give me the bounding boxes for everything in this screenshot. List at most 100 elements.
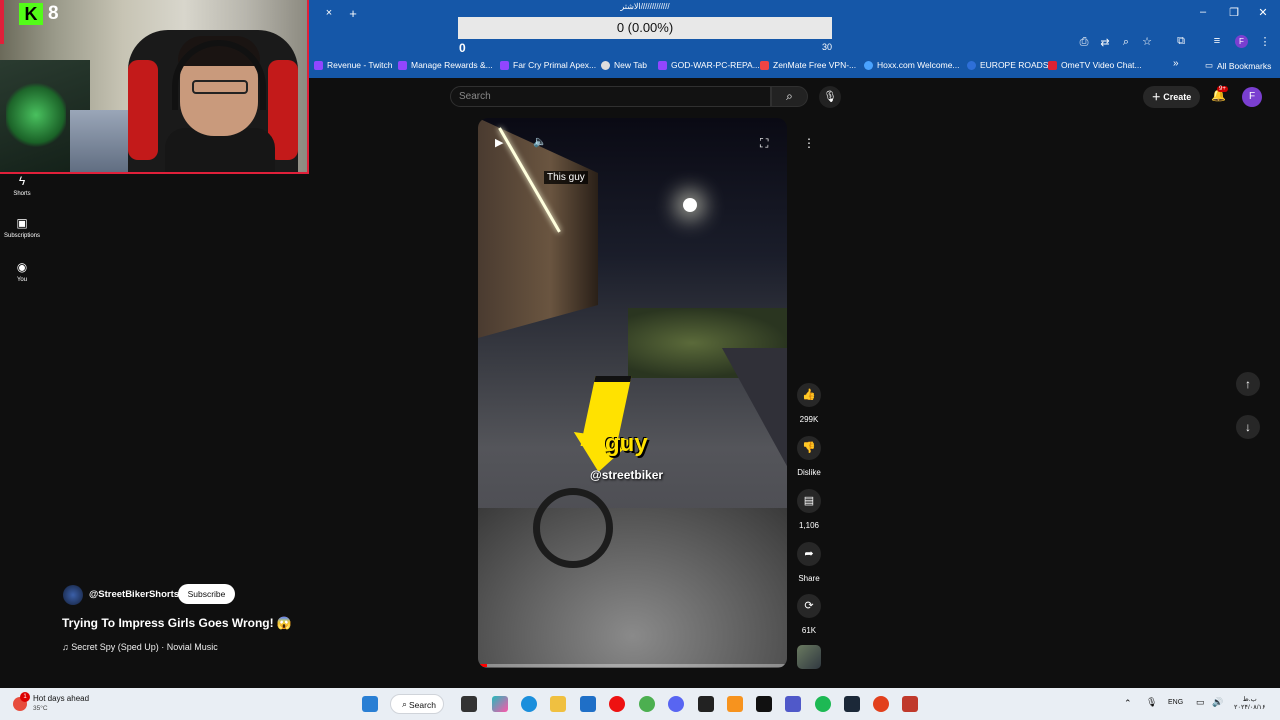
tray-overflow-icon[interactable]: ⌃ <box>1124 698 1132 709</box>
chrome-icon[interactable] <box>639 696 655 712</box>
bookmark-item[interactable]: EUROPE ROADS <box>967 60 1049 70</box>
task-view-icon[interactable] <box>461 696 477 712</box>
app-icon[interactable] <box>727 696 743 712</box>
browser-menu-icon[interactable]: ⋮ <box>1258 35 1272 48</box>
fullscreen-icon[interactable]: ⛶ <box>760 136 768 151</box>
bookmark-item[interactable]: OmeTV Video Chat... <box>1048 60 1142 70</box>
remix-count: 61K <box>801 626 817 635</box>
steam-icon[interactable] <box>844 696 860 712</box>
video-caption-word: guy <box>605 430 648 457</box>
all-bookmarks-button[interactable]: ▭ All Bookmarks <box>1205 60 1271 71</box>
goal-max: 30 <box>821 42 832 52</box>
epic-games-icon[interactable] <box>756 696 772 712</box>
windows-taskbar: 1 Hot days ahead 35°C Search ⌕ ⌃ 🎙 ENG ▭… <box>0 688 1280 720</box>
search-button[interactable]: ⌕ <box>771 86 808 107</box>
more-options-icon[interactable]: ⋮ <box>798 132 820 154</box>
bookmark-star-icon[interactable]: ☆ <box>1140 35 1154 48</box>
video-progress-bar[interactable] <box>478 664 787 667</box>
install-app-icon[interactable]: ⎙ <box>1077 36 1091 49</box>
zoom-icon[interactable]: ⌕ <box>1119 36 1133 49</box>
webcam-border-accent <box>0 0 4 44</box>
channel-name[interactable]: @StreetBikerShorts <box>89 589 179 600</box>
volume-icon[interactable]: 🔈 <box>533 135 547 148</box>
search-input[interactable]: Search <box>450 86 771 107</box>
play-button-icon[interactable]: ▶ <box>495 136 503 149</box>
webcam-led-light <box>6 80 66 150</box>
spotify-icon[interactable] <box>815 696 831 712</box>
bookmark-item[interactable]: New Tab <box>601 60 647 70</box>
bookmark-item[interactable]: Far Cry Primal Apex... <box>500 60 596 70</box>
reading-list-icon[interactable]: ≡ <box>1210 35 1224 47</box>
arrow-down-icon: ↓ <box>1245 420 1251 434</box>
plus-icon: ＋ <box>1151 92 1164 102</box>
profile-avatar[interactable]: F <box>1235 35 1248 48</box>
edge-icon[interactable] <box>521 696 537 712</box>
microphone-icon[interactable]: 🎙 <box>1146 697 1157 708</box>
sidebar-item-label: Shorts <box>13 191 31 197</box>
weather-title[interactable]: Hot days ahead <box>33 694 89 703</box>
share-arrow-icon: ➦ <box>797 542 821 566</box>
share-button[interactable]: ➦ Share <box>795 542 823 583</box>
translate-icon[interactable]: ⇄ <box>1098 36 1112 49</box>
dislike-button[interactable]: 👎 Dislike <box>795 436 823 477</box>
display-icon[interactable]: ▭ <box>1196 697 1205 708</box>
store-icon[interactable] <box>580 696 596 712</box>
system-clock[interactable]: ب.ظ ۲۰۲۴/۰۸/۱۶ <box>1234 696 1266 712</box>
app-icon[interactable] <box>902 696 918 712</box>
remix-button[interactable]: ⟳ 61K <box>795 594 823 635</box>
next-short-button[interactable]: ↓ <box>1236 415 1260 439</box>
video-progress-fill <box>478 664 488 667</box>
minimize-window-icon[interactable]: – <box>1196 6 1210 18</box>
folder-icon: ▭ <box>1205 60 1214 70</box>
teams-icon[interactable] <box>785 696 801 712</box>
sound-thumbnail[interactable] <box>797 645 821 669</box>
file-explorer-icon[interactable] <box>550 696 566 712</box>
goal-title: الاشتر///////////// <box>620 2 670 11</box>
taskbar-search[interactable]: Search <box>390 694 444 714</box>
comment-icon: ▤ <box>797 489 821 513</box>
comment-count: 1,106 <box>798 521 820 530</box>
bookmark-item[interactable]: Hoxx.com Welcome... <box>864 60 960 70</box>
language-indicator[interactable]: ENG <box>1168 699 1183 706</box>
bookmark-item[interactable]: GOD-WAR-PC-REPA... <box>658 60 760 70</box>
channel-avatar[interactable] <box>63 585 83 605</box>
subscribe-button[interactable]: Subscribe <box>178 584 235 604</box>
bookmark-item[interactable]: Manage Rewards &... <box>398 60 493 70</box>
sidebar-item-you[interactable]: ◉ You <box>0 260 44 283</box>
bookmark-label: Far Cry Primal Apex... <box>513 60 597 70</box>
comments-button[interactable]: ▤ 1,106 <box>795 489 823 530</box>
bookmark-favicon-icon <box>658 60 667 70</box>
bookmark-label: ZenMate Free VPN-... <box>773 60 857 70</box>
app-icon[interactable] <box>873 696 889 712</box>
windows-start-icon[interactable] <box>362 696 378 712</box>
bookmarks-overflow-button[interactable]: » <box>1173 58 1179 69</box>
previous-short-button[interactable]: ↑ <box>1236 372 1260 396</box>
dislike-label: Dislike <box>797 468 821 477</box>
copilot-icon[interactable] <box>492 696 508 712</box>
account-avatar[interactable]: F <box>1242 87 1262 107</box>
like-button[interactable]: 👍 299K <box>795 383 823 424</box>
bookmark-label: OmeTV Video Chat... <box>1061 60 1142 70</box>
close-tab-icon[interactable]: × <box>322 7 336 19</box>
opera-icon[interactable] <box>609 696 625 712</box>
extensions-icon[interactable]: ⧉ <box>1174 35 1188 48</box>
discord-icon[interactable] <box>668 696 684 712</box>
microphone-icon: 🎙 <box>823 91 837 103</box>
sidebar-item-subscriptions[interactable]: ▣ Subscriptions <box>0 216 44 239</box>
sidebar-item-shorts[interactable]: ϟ Shorts <box>0 174 44 197</box>
voice-search-button[interactable]: 🎙 <box>819 86 841 108</box>
bookmark-favicon-icon <box>398 60 407 70</box>
clock-date: ۲۰۲۴/۰۸/۱۶ <box>1234 704 1266 711</box>
maximize-window-icon[interactable]: ❐ <box>1227 6 1241 19</box>
bookmark-favicon-icon <box>967 60 976 70</box>
gaming-chair-accent <box>128 60 158 160</box>
volume-icon[interactable]: 🔊 <box>1212 697 1223 708</box>
bookmark-item[interactable]: Revenue - Twitch <box>314 60 393 70</box>
close-window-icon[interactable]: ✕ <box>1256 6 1270 19</box>
bookmark-item[interactable]: ZenMate Free VPN-... <box>760 60 856 70</box>
new-tab-button[interactable]: + <box>346 6 360 21</box>
create-button[interactable]: ＋ Create <box>1143 86 1200 108</box>
app-icon[interactable] <box>698 696 714 712</box>
music-track-link[interactable]: ♫ Secret Spy (Sped Up) · Novial Music <box>62 642 218 652</box>
shorts-video-player[interactable]: guy @streetbiker This guy ▶ 🔈 ⛶ <box>478 118 787 668</box>
